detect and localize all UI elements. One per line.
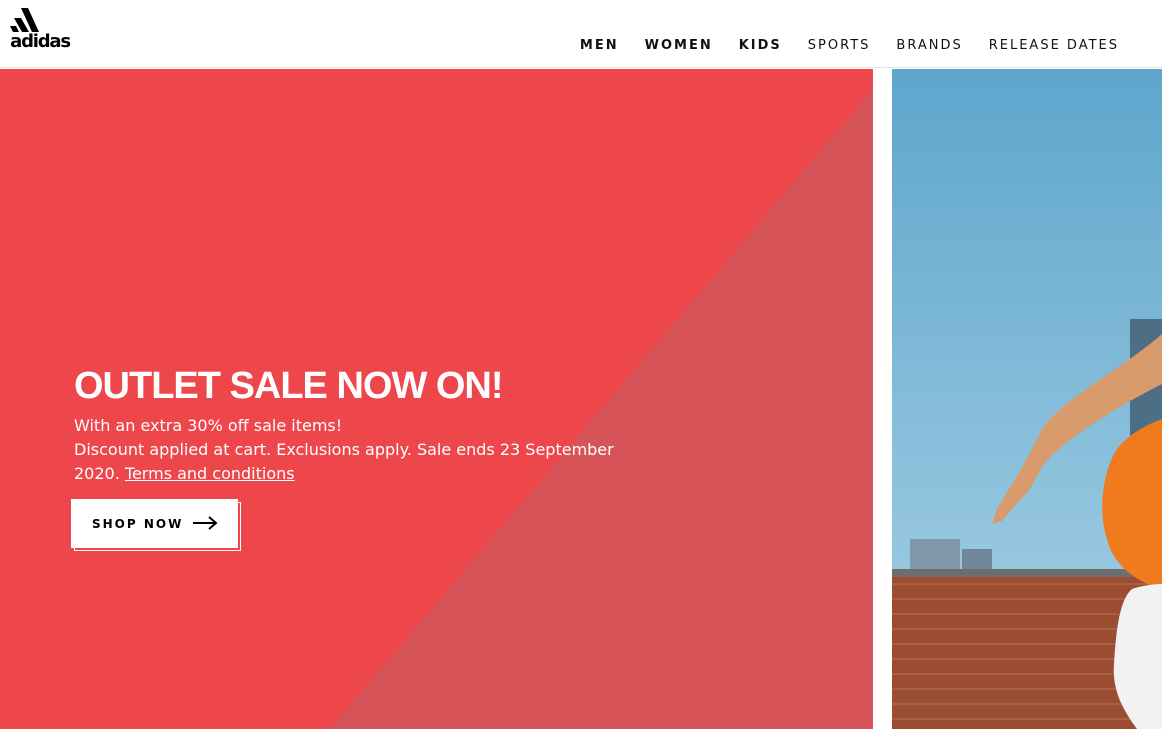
nav-item-release-dates[interactable]: RELEASE DATES xyxy=(989,37,1119,55)
hero-title: OUTLET SALE NOW ON! xyxy=(74,365,504,407)
hero-description: With an extra 30% off sale items! Discou… xyxy=(74,414,634,486)
three-stripes-icon xyxy=(10,8,39,32)
site-header: adidas MEN WOMEN KIDS SPORTS BRANDS RELE… xyxy=(0,0,1162,68)
hero-gap xyxy=(873,69,892,729)
logo-wordmark: adidas xyxy=(10,31,71,52)
nav-item-brands[interactable]: BRANDS xyxy=(896,37,962,55)
hero-banner: OUTLET SALE NOW ON! With an extra 30% of… xyxy=(0,69,873,729)
nav-item-men[interactable]: MEN xyxy=(580,37,619,55)
nav-item-women[interactable]: WOMEN xyxy=(645,37,713,55)
arrow-right-icon xyxy=(193,516,218,530)
shop-now-button[interactable]: SHOP NOW xyxy=(71,499,238,548)
nav-item-kids[interactable]: KIDS xyxy=(739,37,782,55)
shop-now-label: SHOP NOW xyxy=(92,516,184,531)
hero-content: OUTLET SALE NOW ON! With an extra 30% of… xyxy=(74,364,634,486)
shop-now-wrapper: SHOP NOW xyxy=(71,499,241,551)
photo-runner-icon xyxy=(892,69,1162,729)
runner-photo[interactable] xyxy=(892,69,1162,729)
hero-line-1: With an extra 30% off sale items! xyxy=(74,416,343,435)
adidas-logo[interactable]: adidas xyxy=(4,4,76,54)
hero-line-2: Discount applied at cart. Exclusions app… xyxy=(74,438,634,486)
main-nav: MEN WOMEN KIDS SPORTS BRANDS RELEASE DAT… xyxy=(554,37,1119,55)
nav-item-sports[interactable]: SPORTS xyxy=(808,37,871,55)
terms-link[interactable]: Terms and conditions xyxy=(125,464,295,483)
